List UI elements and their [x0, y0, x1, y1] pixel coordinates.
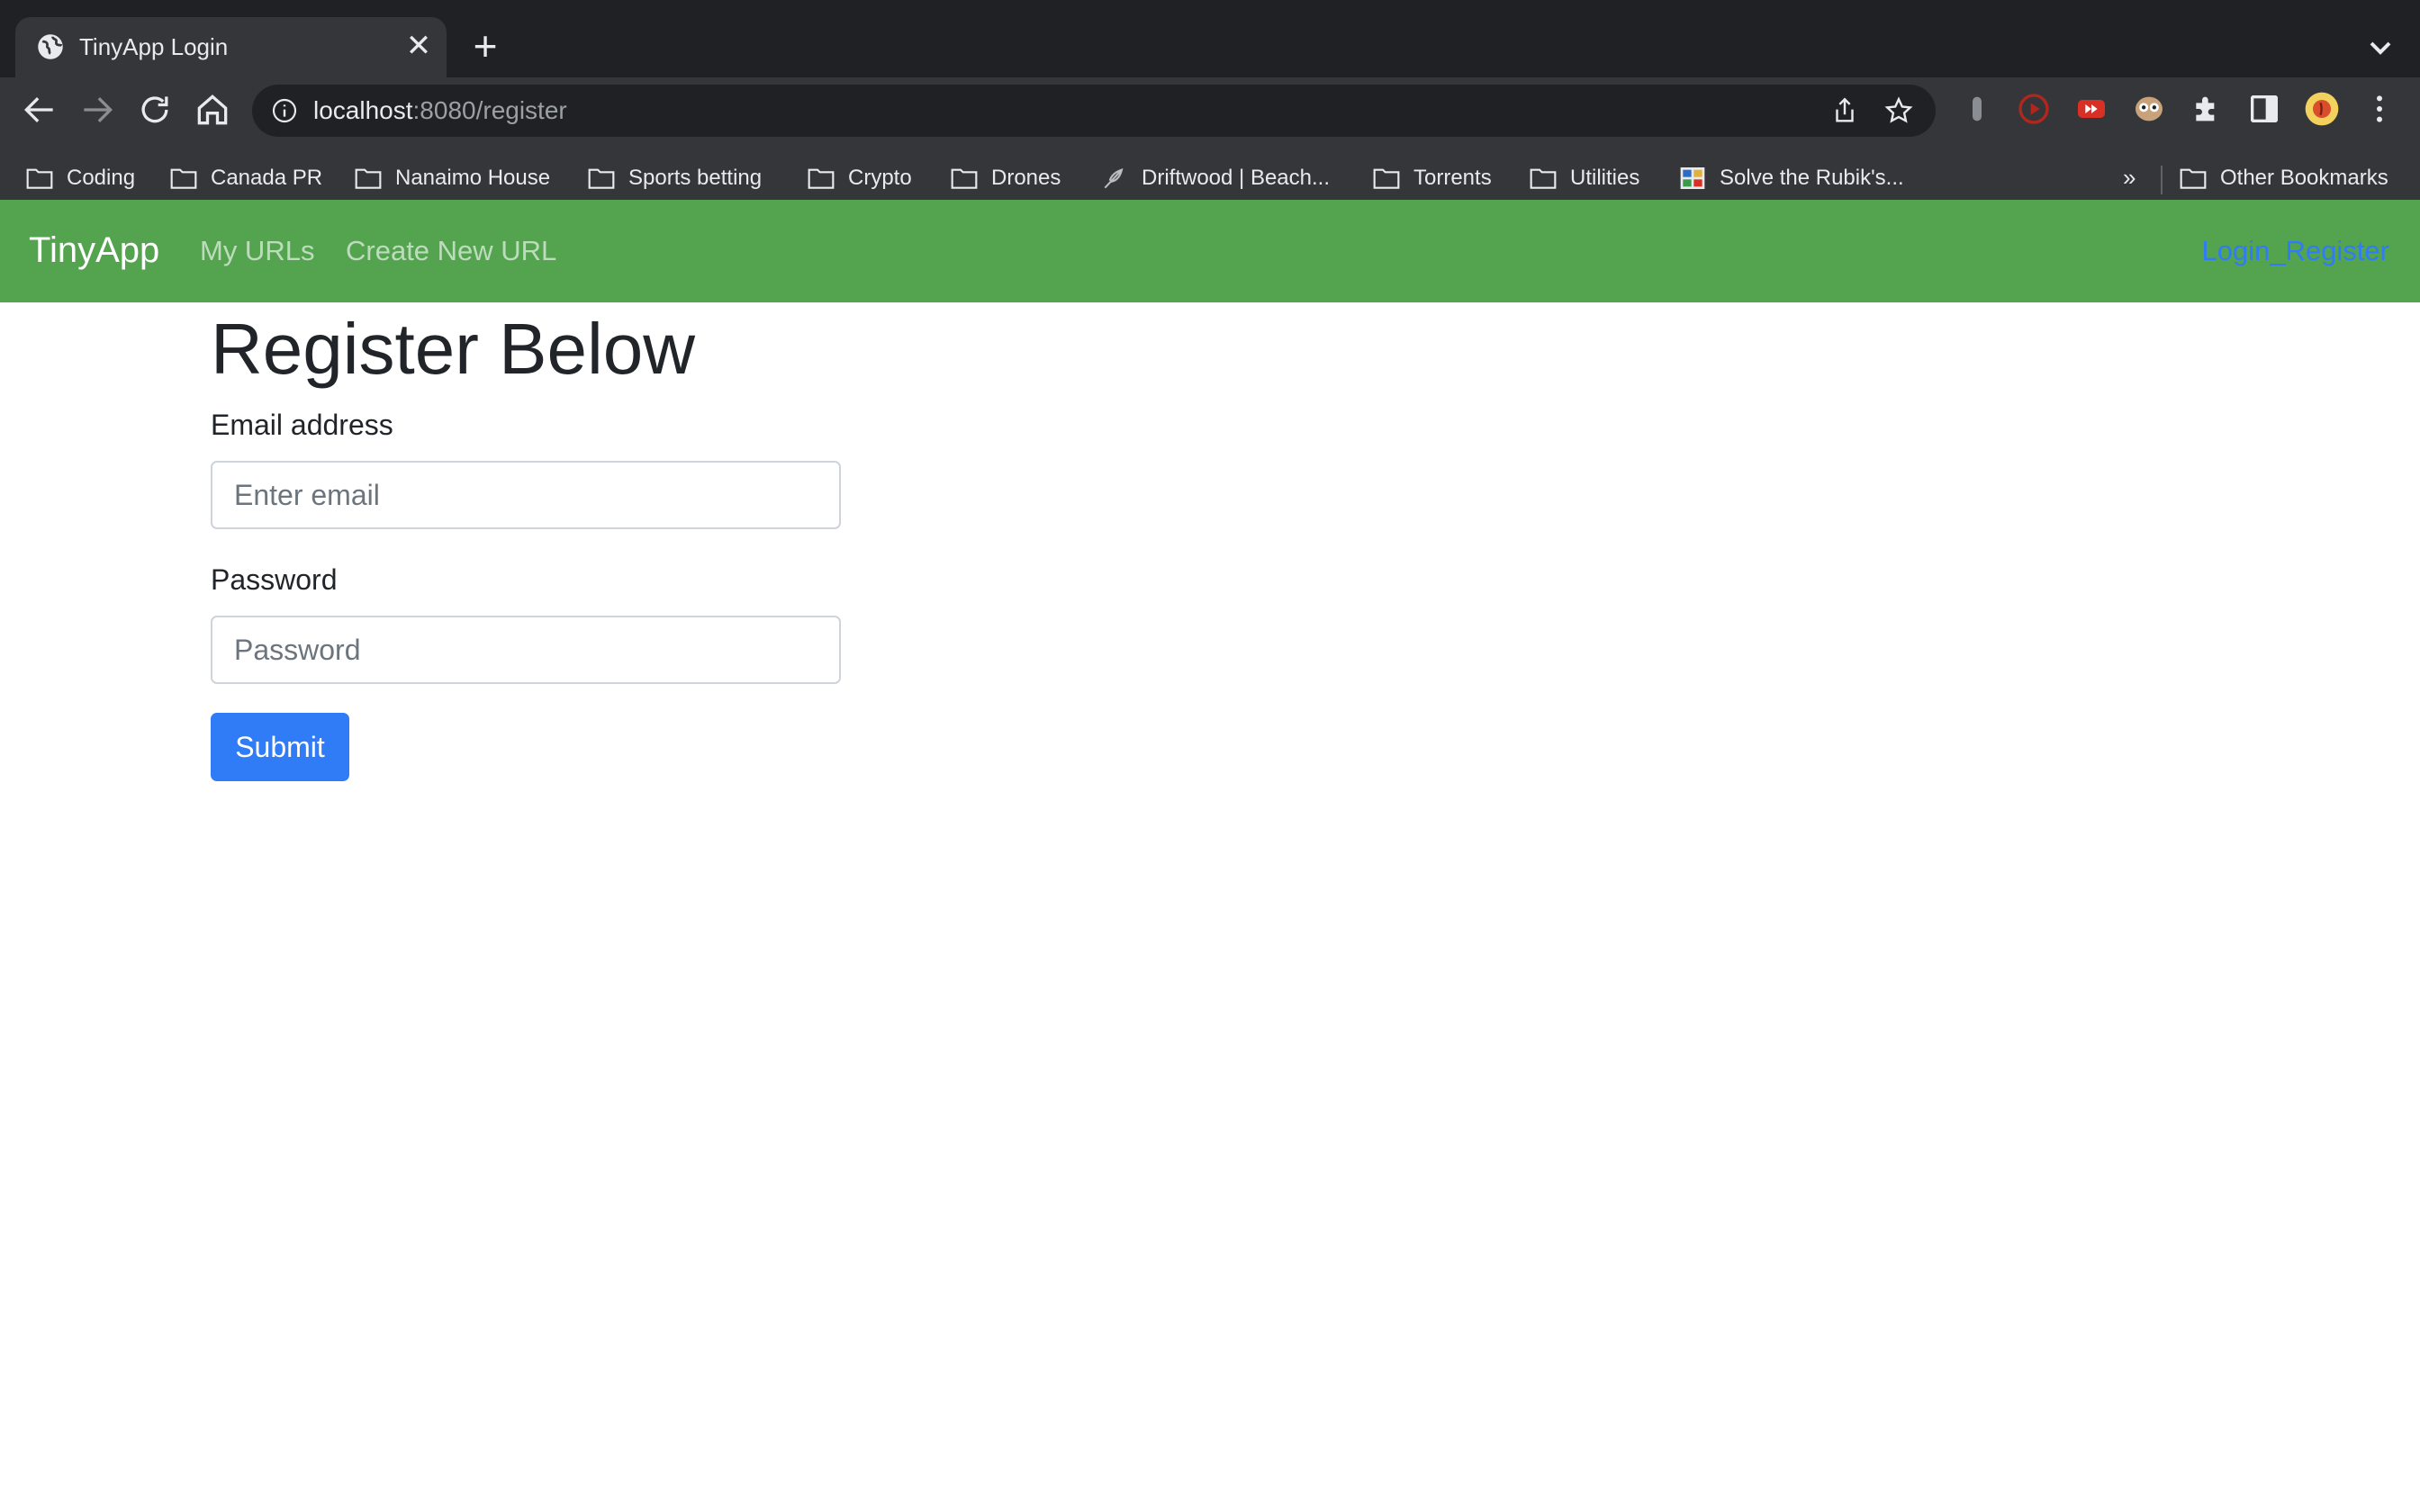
extension-owl-icon[interactable]: [2131, 91, 2167, 127]
folder-icon: [808, 168, 835, 189]
bookmark-canada-pr[interactable]: Canada PR: [169, 160, 322, 196]
forward-button[interactable]: [77, 90, 117, 130]
bookmark-label: Sports betting: [628, 166, 763, 190]
address-bar[interactable]: localhost:8080/register: [252, 85, 1936, 137]
bookmark-sports-betting[interactable]: Sports betting: [587, 160, 762, 196]
bookmark-torrents[interactable]: Torrents: [1372, 160, 1492, 196]
kebab-menu-icon[interactable]: [2361, 91, 2397, 127]
home-icon: [197, 94, 228, 125]
url-text: localhost:8080/register: [313, 94, 567, 128]
folder-icon: [588, 168, 615, 189]
info-icon[interactable]: [270, 96, 299, 125]
profile-avatar-icon[interactable]: [2304, 91, 2340, 127]
extensions-puzzle-icon[interactable]: [2189, 91, 2225, 127]
bookmark-label: Solve the Rubik's...: [1720, 166, 1904, 190]
feather-icon: [1104, 168, 1124, 189]
navbar-brand[interactable]: TinyApp: [29, 228, 159, 273]
bookmark-label: Crypto: [848, 166, 912, 190]
other-bookmarks[interactable]: Other Bookmarks: [2179, 160, 2388, 196]
nav-my-urls[interactable]: My URLs: [200, 233, 314, 269]
arrow-left-icon: [23, 96, 53, 123]
bookmark-label: Torrents: [1413, 166, 1492, 190]
bookmark-label: Drones: [991, 166, 1061, 190]
reload-button[interactable]: [135, 90, 175, 130]
other-bookmarks-label: Other Bookmarks: [2220, 166, 2388, 190]
bookmark-label: Nanaimo House: [395, 166, 551, 190]
bookmark-coding[interactable]: Coding: [25, 160, 135, 196]
rubiks-icon: [1680, 167, 1705, 189]
tab-strip: TinyApp Login ✕ +: [0, 0, 2420, 77]
browser-toolbar: localhost:8080/register Coding Canada PR…: [0, 77, 2420, 220]
reload-icon: [141, 96, 168, 123]
extension-youtube-icon[interactable]: [2073, 91, 2109, 127]
password-field[interactable]: [211, 616, 841, 684]
bookmark-label: Driftwood | Beach...: [1142, 166, 1330, 190]
bookmark-utilities[interactable]: Utilities: [1529, 160, 1639, 196]
new-tab-button[interactable]: +: [466, 25, 504, 67]
bookmarks-divider: [2161, 166, 2163, 194]
folder-icon: [2180, 168, 2207, 189]
back-button[interactable]: [20, 90, 59, 130]
bookmark-nanaimo-house[interactable]: Nanaimo House: [354, 160, 550, 196]
chevron-down-icon[interactable]: [2362, 30, 2398, 66]
bookmark-crypto[interactable]: Crypto: [807, 160, 912, 196]
bookmark-rubiks[interactable]: Solve the Rubik's...: [1678, 160, 1904, 196]
folder-icon: [1530, 168, 1557, 189]
tab-title: TinyApp Login: [79, 33, 229, 60]
close-tab-icon[interactable]: ✕: [402, 30, 435, 62]
bookmark-drones[interactable]: Drones: [950, 160, 1061, 196]
folder-icon: [1373, 168, 1400, 189]
side-panel-icon[interactable]: [2246, 91, 2282, 127]
nav-create-new-url[interactable]: Create New URL: [346, 233, 556, 269]
extension-dropper-icon[interactable]: [1959, 91, 1995, 127]
globe-icon: [38, 34, 63, 59]
bookmark-label: Utilities: [1570, 166, 1640, 190]
bookmark-label: Coding: [67, 166, 136, 190]
star-icon[interactable]: [1883, 95, 1914, 126]
browser-tab[interactable]: TinyApp Login ✕: [15, 17, 447, 77]
extension-record-icon[interactable]: [2016, 91, 2052, 127]
url-host: localhost: [313, 96, 413, 124]
folder-icon: [951, 168, 978, 189]
url-path: :8080/register: [412, 96, 567, 124]
arrow-right-icon: [84, 96, 113, 123]
folder-icon: [355, 168, 382, 189]
bookmark-label: Canada PR: [211, 166, 323, 190]
password-label: Password: [211, 563, 338, 596]
email-label: Email address: [211, 409, 393, 441]
home-button[interactable]: [193, 90, 232, 130]
bookmark-driftwood[interactable]: Driftwood | Beach...: [1100, 160, 1330, 196]
share-icon[interactable]: [1829, 95, 1860, 126]
nav-login-register[interactable]: Login_Register: [2201, 233, 2389, 269]
submit-button[interactable]: Submit: [211, 713, 349, 781]
folder-icon: [26, 168, 53, 189]
page-title: Register Below: [211, 309, 696, 389]
folder-icon: [170, 168, 197, 189]
bookmarks-overflow-button[interactable]: »: [2123, 164, 2136, 192]
email-field[interactable]: [211, 461, 841, 529]
app-navbar: TinyApp My URLs Create New URL Login_Reg…: [0, 200, 2420, 302]
